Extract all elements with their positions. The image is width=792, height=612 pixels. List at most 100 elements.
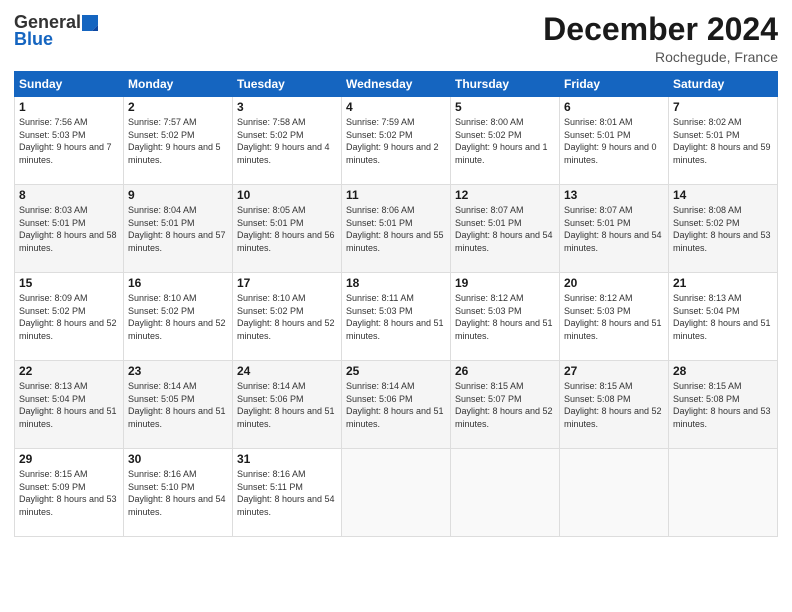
day-number-31: 31 <box>237 452 337 466</box>
cell-info-14: Sunrise: 8:08 AMSunset: 5:02 PMDaylight:… <box>673 204 773 254</box>
cell-5: 5Sunrise: 8:00 AMSunset: 5:02 PMDaylight… <box>451 97 560 185</box>
cell-info-4: Sunrise: 7:59 AMSunset: 5:02 PMDaylight:… <box>346 116 446 166</box>
cell-info-11: Sunrise: 8:06 AMSunset: 5:01 PMDaylight:… <box>346 204 446 254</box>
day-number-29: 29 <box>19 452 119 466</box>
cell-info-10: Sunrise: 8:05 AMSunset: 5:01 PMDaylight:… <box>237 204 337 254</box>
cell-info-2: Sunrise: 7:57 AMSunset: 5:02 PMDaylight:… <box>128 116 228 166</box>
cell-17: 17Sunrise: 8:10 AMSunset: 5:02 PMDayligh… <box>233 273 342 361</box>
day-number-5: 5 <box>455 100 555 114</box>
calendar-table: Sunday Monday Tuesday Wednesday Thursday… <box>14 71 778 537</box>
logo: General Blue <box>14 12 99 50</box>
month-title: December 2024 <box>543 12 778 47</box>
cell-12: 12Sunrise: 8:07 AMSunset: 5:01 PMDayligh… <box>451 185 560 273</box>
day-number-24: 24 <box>237 364 337 378</box>
day-number-23: 23 <box>128 364 228 378</box>
cell-13: 13 Sunrise: 8:07 AMSunset: 5:01 PMDayligh… <box>560 185 669 273</box>
cell-23: 23 Sunrise: 8:14 AMSunset: 5:05 PMDayligh… <box>124 361 233 449</box>
cell-10: 10 Sunrise: 8:05 AMSunset: 5:01 PMDayligh… <box>233 185 342 273</box>
day-number-3: 3 <box>237 100 337 114</box>
cell-24: 24 Sunrise: 8:14 AMSunset: 5:06 PMDayligh… <box>233 361 342 449</box>
week-row-2: 8 Sunrise: 8:03 AMSunset: 5:01 PMDaylight… <box>15 185 778 273</box>
day-number-4: 4 <box>346 100 446 114</box>
cell-info-8: Sunrise: 8:03 AMSunset: 5:01 PMDaylight:… <box>19 204 119 254</box>
cell-25: 25 Sunrise: 8:14 AMSunset: 5:06 PMDayligh… <box>342 361 451 449</box>
day-number-11: 11 <box>346 188 446 202</box>
cell-info-9: Sunrise: 8:04 AMSunset: 5:01 PMDaylight:… <box>128 204 228 254</box>
day-number-13: 13 <box>564 188 664 202</box>
page-container: General Blue December 2024 Rochegude, Fr… <box>0 0 792 612</box>
cell-info-6: Sunrise: 8:01 AMSunset: 5:01 PMDaylight:… <box>564 116 664 166</box>
title-section: December 2024 Rochegude, France <box>543 12 778 65</box>
day-number-10: 10 <box>237 188 337 202</box>
cell-info-21: Sunrise: 8:13 AMSunset: 5:04 PMDaylight:… <box>673 292 773 342</box>
cell-info-30: Sunrise: 8:16 AMSunset: 5:10 PMDaylight:… <box>128 468 228 518</box>
day-number-1: 1 <box>19 100 119 114</box>
cell-info-25: Sunrise: 8:14 AMSunset: 5:06 PMDaylight:… <box>346 380 446 430</box>
cell-14: 14 Sunrise: 8:08 AMSunset: 5:02 PMDayligh… <box>669 185 778 273</box>
cell-info-12: Sunrise: 8:07 AMSunset: 5:01 PMDaylight:… <box>455 204 555 254</box>
day-number-22: 22 <box>19 364 119 378</box>
cell-8: 8 Sunrise: 8:03 AMSunset: 5:01 PMDaylight… <box>15 185 124 273</box>
days-header-row: Sunday Monday Tuesday Wednesday Thursday… <box>15 72 778 97</box>
day-number-30: 30 <box>128 452 228 466</box>
cell-21: 21 Sunrise: 8:13 AMSunset: 5:04 PMDayligh… <box>669 273 778 361</box>
location: Rochegude, France <box>543 49 778 65</box>
cell-3: 3 Sunrise: 7:58 AMSunset: 5:02 PMDaylight… <box>233 97 342 185</box>
day-number-28: 28 <box>673 364 773 378</box>
cell-2: 2Sunrise: 7:57 AMSunset: 5:02 PMDaylight… <box>124 97 233 185</box>
cell-info-17: Sunrise: 8:10 AMSunset: 5:02 PMDaylight:… <box>237 292 337 342</box>
cell-6: 6 Sunrise: 8:01 AMSunset: 5:01 PMDaylight… <box>560 97 669 185</box>
cell-info-13: Sunrise: 8:07 AMSunset: 5:01 PMDaylight:… <box>564 204 664 254</box>
cell-19: 19Sunrise: 8:12 AMSunset: 5:03 PMDayligh… <box>451 273 560 361</box>
week-row-3: 15Sunrise: 8:09 AMSunset: 5:02 PMDayligh… <box>15 273 778 361</box>
cell-info-26: Sunrise: 8:15 AMSunset: 5:07 PMDaylight:… <box>455 380 555 430</box>
cell-empty <box>669 449 778 537</box>
week-row-4: 22 Sunrise: 8:13 AMSunset: 5:04 PMDayligh… <box>15 361 778 449</box>
cell-27: 27 Sunrise: 8:15 AMSunset: 5:08 PMDayligh… <box>560 361 669 449</box>
cell-9: 9 Sunrise: 8:04 AMSunset: 5:01 PMDaylight… <box>124 185 233 273</box>
day-number-9: 9 <box>128 188 228 202</box>
cell-11: 11 Sunrise: 8:06 AMSunset: 5:01 PMDayligh… <box>342 185 451 273</box>
cell-empty <box>342 449 451 537</box>
cell-info-20: Sunrise: 8:12 AMSunset: 5:03 PMDaylight:… <box>564 292 664 342</box>
cell-31: 31 Sunrise: 8:16 AMSunset: 5:11 PMDayligh… <box>233 449 342 537</box>
week-row-5: 29 Sunrise: 8:15 AMSunset: 5:09 PMDayligh… <box>15 449 778 537</box>
cell-info-23: Sunrise: 8:14 AMSunset: 5:05 PMDaylight:… <box>128 380 228 430</box>
header-wednesday: Wednesday <box>342 72 451 97</box>
cell-29: 29 Sunrise: 8:15 AMSunset: 5:09 PMDayligh… <box>15 449 124 537</box>
cell-info-3: Sunrise: 7:58 AMSunset: 5:02 PMDaylight:… <box>237 116 337 166</box>
day-number-27: 27 <box>564 364 664 378</box>
cell-20: 20Sunrise: 8:12 AMSunset: 5:03 PMDayligh… <box>560 273 669 361</box>
day-number-18: 18 <box>346 276 446 290</box>
cell-info-18: Sunrise: 8:11 AMSunset: 5:03 PMDaylight:… <box>346 292 446 342</box>
cell-empty <box>560 449 669 537</box>
cell-28: 28 Sunrise: 8:15 AMSunset: 5:08 PMDayligh… <box>669 361 778 449</box>
cell-18: 18 Sunrise: 8:11 AMSunset: 5:03 PMDayligh… <box>342 273 451 361</box>
week-row-1: 1Sunrise: 7:56 AMSunset: 5:03 PMDaylight… <box>15 97 778 185</box>
day-number-25: 25 <box>346 364 446 378</box>
cell-info-22: Sunrise: 8:13 AMSunset: 5:04 PMDaylight:… <box>19 380 119 430</box>
day-number-21: 21 <box>673 276 773 290</box>
cell-info-28: Sunrise: 8:15 AMSunset: 5:08 PMDaylight:… <box>673 380 773 430</box>
cell-22: 22 Sunrise: 8:13 AMSunset: 5:04 PMDayligh… <box>15 361 124 449</box>
cell-info-31: Sunrise: 8:16 AMSunset: 5:11 PMDaylight:… <box>237 468 337 518</box>
cell-info-16: Sunrise: 8:10 AMSunset: 5:02 PMDaylight:… <box>128 292 228 342</box>
day-number-14: 14 <box>673 188 773 202</box>
header-friday: Friday <box>560 72 669 97</box>
cell-info-29: Sunrise: 8:15 AMSunset: 5:09 PMDaylight:… <box>19 468 119 518</box>
cell-4: 4 Sunrise: 7:59 AMSunset: 5:02 PMDaylight… <box>342 97 451 185</box>
day-number-16: 16 <box>128 276 228 290</box>
cell-info-24: Sunrise: 8:14 AMSunset: 5:06 PMDaylight:… <box>237 380 337 430</box>
header-tuesday: Tuesday <box>233 72 342 97</box>
header: General Blue December 2024 Rochegude, Fr… <box>14 12 778 65</box>
day-number-19: 19 <box>455 276 555 290</box>
cell-7: 7Sunrise: 8:02 AMSunset: 5:01 PMDaylight… <box>669 97 778 185</box>
cell-info-15: Sunrise: 8:09 AMSunset: 5:02 PMDaylight:… <box>19 292 119 342</box>
day-number-6: 6 <box>564 100 664 114</box>
logo-blue: Blue <box>14 29 99 50</box>
header-thursday: Thursday <box>451 72 560 97</box>
cell-info-27: Sunrise: 8:15 AMSunset: 5:08 PMDaylight:… <box>564 380 664 430</box>
header-monday: Monday <box>124 72 233 97</box>
day-number-8: 8 <box>19 188 119 202</box>
cell-15: 15Sunrise: 8:09 AMSunset: 5:02 PMDayligh… <box>15 273 124 361</box>
